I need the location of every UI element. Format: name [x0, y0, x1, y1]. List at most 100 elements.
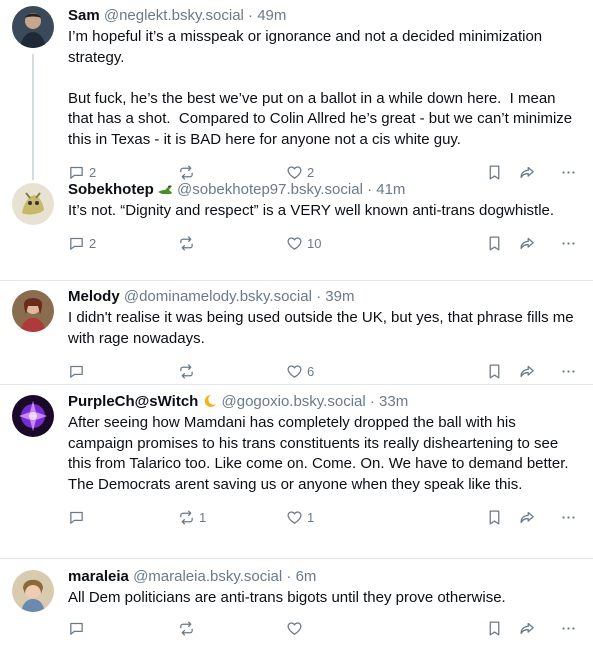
avatar-rail: [12, 392, 56, 558]
bookmark-icon: [486, 235, 503, 252]
author-name[interactable]: Melody: [68, 288, 120, 305]
reply-button[interactable]: 2: [68, 235, 178, 252]
repost-icon: [178, 620, 195, 637]
author-name[interactable]: PurpleCh@sWitch: [68, 393, 198, 410]
separator: ·: [365, 393, 380, 410]
repost-icon: [178, 509, 195, 526]
like-button[interactable]: 6: [286, 363, 486, 380]
like-button[interactable]: 10: [286, 235, 486, 252]
post-actions: [68, 618, 581, 640]
post-time[interactable]: 41m: [376, 181, 405, 198]
like-icon: [286, 509, 303, 526]
bookmark-icon: [486, 620, 503, 637]
bookmark-button[interactable]: [486, 363, 519, 380]
post-text: After seeing how Mamdani has completely …: [68, 414, 573, 493]
separator: ·: [243, 7, 258, 24]
reply-button[interactable]: [68, 509, 178, 526]
post-header: Sam @neglekt.bsky.social · 49m: [68, 6, 581, 26]
post-actions: 1 1: [68, 506, 581, 528]
thread-line: [32, 54, 34, 180]
more-icon: [562, 515, 575, 519]
post-header: maraleia @maraleia.bsky.social · 6m: [68, 567, 581, 587]
author-handle[interactable]: @maraleia.bsky.social: [133, 568, 282, 585]
separator: ·: [362, 181, 377, 198]
bookmark-button[interactable]: [486, 235, 519, 252]
reply-icon: [68, 235, 85, 252]
share-button[interactable]: [519, 509, 560, 526]
avatar[interactable]: [12, 6, 54, 48]
like-icon: [286, 363, 303, 380]
repost-button[interactable]: [178, 620, 286, 637]
share-button[interactable]: [519, 235, 560, 252]
post-text: I didn't realise it was being used outsi…: [68, 309, 578, 347]
more-icon: [562, 242, 575, 245]
more-button[interactable]: [560, 363, 577, 380]
author-name[interactable]: Sobekhotep: [68, 181, 154, 198]
bookmark-icon: [486, 363, 503, 380]
bookmark-button[interactable]: [486, 509, 519, 526]
avatar[interactable]: [12, 570, 54, 612]
avatar[interactable]: [12, 395, 54, 437]
avatar-rail: [12, 176, 56, 280]
post-header: Sobekhotep @sobekhotep97.bsky.social · 4…: [68, 180, 581, 200]
post-header: PurpleCh@sWitch @gogoxio.bsky.social · 3…: [68, 392, 581, 412]
post-text: It’s not. “Dignity and respect” is a VER…: [68, 202, 555, 219]
repost-button[interactable]: 1: [178, 509, 286, 526]
more-icon: [562, 627, 575, 630]
share-button[interactable]: [519, 620, 560, 637]
reply-icon: [68, 509, 85, 526]
like-button[interactable]: 1: [286, 509, 486, 526]
more-icon: [562, 369, 575, 373]
post-item[interactable]: maraleia @maraleia.bsky.social · 6m All …: [0, 558, 593, 663]
like-count: 10: [307, 236, 322, 251]
share-icon: [519, 509, 536, 526]
like-count: 6: [307, 363, 315, 379]
crocodile-emoji-icon: [157, 185, 172, 194]
author-handle[interactable]: @gogoxio.bsky.social: [222, 393, 366, 410]
post-item[interactable]: Sam @neglekt.bsky.social · 49m I’m hopef…: [0, 0, 593, 180]
avatar-rail: [12, 287, 56, 384]
post-item[interactable]: PurpleCh@sWitch @gogoxio.bsky.social · 3…: [0, 384, 593, 558]
author-name[interactable]: Sam: [68, 7, 100, 24]
author-name[interactable]: maraleia: [68, 568, 129, 585]
share-icon: [519, 235, 536, 252]
post-thread: Sam @neglekt.bsky.social · 49m I’m hopef…: [0, 0, 593, 663]
post-item[interactable]: Melody @dominamelody.bsky.social · 39m I…: [0, 280, 593, 384]
post-text: I’m hopeful it’s a misspeak or ignorance…: [68, 28, 573, 148]
more-button[interactable]: [560, 620, 577, 637]
post-actions: 2 10: [68, 233, 581, 255]
more-button[interactable]: [560, 509, 577, 526]
avatar-rail: [12, 6, 56, 180]
reply-button[interactable]: [68, 620, 178, 637]
separator: ·: [282, 568, 296, 585]
repost-button[interactable]: [178, 235, 286, 252]
like-button[interactable]: [286, 620, 486, 637]
author-handle[interactable]: @dominamelody.bsky.social: [124, 288, 312, 305]
share-button[interactable]: [519, 363, 560, 380]
avatar[interactable]: [12, 183, 54, 225]
crescent-moon-emoji-icon: [205, 394, 217, 407]
repost-count: 1: [199, 509, 207, 525]
separator: ·: [311, 288, 326, 305]
repost-icon: [178, 363, 195, 380]
repost-icon: [178, 235, 195, 252]
author-handle[interactable]: @neglekt.bsky.social: [104, 7, 244, 24]
repost-button[interactable]: [178, 363, 286, 380]
reply-count: 2: [89, 236, 97, 251]
post-time[interactable]: 49m: [257, 7, 286, 24]
post-time[interactable]: 6m: [296, 568, 317, 585]
more-button[interactable]: [560, 235, 577, 252]
post-time[interactable]: 33m: [379, 393, 408, 410]
avatar[interactable]: [12, 290, 54, 332]
reply-icon: [68, 363, 85, 380]
share-icon: [519, 363, 536, 380]
post-item[interactable]: Sobekhotep @sobekhotep97.bsky.social · 4…: [0, 176, 593, 280]
avatar-rail: [12, 567, 56, 663]
bookmark-icon: [486, 509, 503, 526]
bookmark-button[interactable]: [486, 620, 519, 637]
share-icon: [519, 620, 536, 637]
reply-button[interactable]: [68, 363, 178, 380]
post-time[interactable]: 39m: [325, 288, 354, 305]
author-handle[interactable]: @sobekhotep97.bsky.social: [177, 181, 363, 198]
thread-line: [32, 176, 34, 180]
